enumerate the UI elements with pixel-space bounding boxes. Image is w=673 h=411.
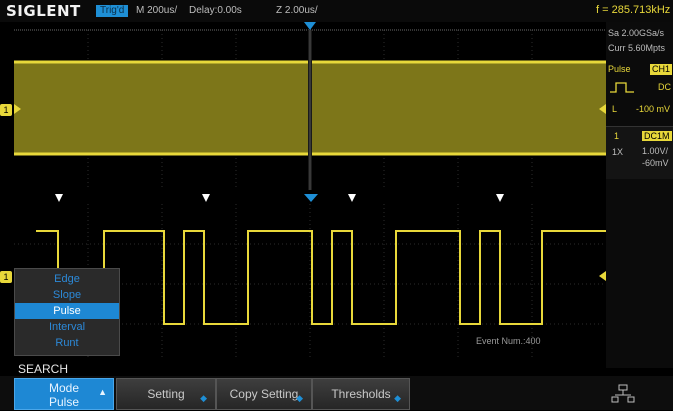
trigger-level-value: -100 mV	[636, 104, 671, 114]
menu-title: SEARCH	[18, 362, 69, 376]
zoom-timebase-readout: Z 2.00us/	[276, 5, 318, 16]
frequency-readout: f = 285.713kHz	[596, 4, 671, 16]
menu-item-interval[interactable]: Interval	[15, 319, 119, 335]
trigger-type: Pulse	[608, 64, 631, 74]
pulse-trigger-icon	[610, 80, 634, 98]
probe-attenuation: 1X	[612, 147, 624, 157]
trigger-level-label: L	[612, 104, 618, 114]
event-count: Event Num.:400	[476, 336, 541, 346]
trigger-position-icon	[304, 22, 316, 30]
mode-softkey[interactable]: Mode Pulse ▲	[14, 378, 114, 410]
search-event-markers	[55, 194, 504, 202]
delay-readout: Delay:0.00s	[189, 5, 242, 16]
menu-item-runt[interactable]: Runt	[15, 335, 119, 351]
ch1-ground-marker-main[interactable]: 1	[0, 104, 12, 116]
thresholds-softkey[interactable]: Thresholds ◆	[312, 378, 410, 410]
knob-indicator-icon: ◆	[200, 393, 207, 403]
thresholds-softkey-label: Thresholds	[331, 387, 391, 401]
sample-rate: Sa 2.00GSa/s	[608, 28, 665, 38]
menu-item-slope[interactable]: Slope	[15, 287, 119, 303]
up-arrow-icon: ▲	[98, 387, 107, 397]
menu-item-pulse[interactable]: Pulse	[15, 303, 119, 319]
trigger-source-badge: CH1	[650, 64, 673, 75]
ch1-zoom-waveform	[36, 230, 606, 325]
volts-per-div: 1.00V/	[642, 146, 669, 156]
mode-softkey-value: Pulse	[48, 395, 80, 409]
setting-softkey-label: Setting	[147, 387, 185, 401]
copy-setting-softkey-label: Copy Setting	[229, 387, 299, 401]
setting-softkey[interactable]: Setting ◆	[116, 378, 216, 410]
channel-coupling-badge: DC1M	[642, 131, 672, 141]
right-info-panel: Sa 2.00GSa/s Curr 5.60Mpts Pulse CH1 DC …	[606, 22, 673, 368]
event-marker	[496, 194, 504, 202]
trigger-status-badge: Trig'd	[96, 5, 129, 17]
brand-logo: SIGLENT	[6, 2, 81, 20]
channel-number: 1	[614, 131, 620, 141]
zoom-trigger-icon	[304, 194, 318, 202]
channel-1-info[interactable]: 1 DC1M 1X 1.00V/ -60mV	[606, 126, 673, 179]
trigger-info: Pulse CH1	[608, 64, 673, 75]
knob-indicator-icon: ◆	[296, 393, 303, 403]
network-icon	[608, 382, 638, 406]
timebase-readout: M 200us/	[136, 5, 178, 16]
channel-offset: -60mV	[642, 158, 669, 168]
event-marker	[55, 194, 63, 202]
event-marker	[348, 194, 356, 202]
top-status-bar: SIGLENT Trig'd M 200us/ Delay:0.00s Z 2.…	[0, 0, 673, 22]
memory-depth: Curr 5.60Mpts	[608, 43, 666, 53]
search-type-menu[interactable]: Edge Slope Pulse Interval Runt	[14, 268, 120, 356]
main-window	[14, 22, 606, 190]
event-marker	[202, 194, 210, 202]
copy-setting-softkey[interactable]: Copy Setting ◆	[216, 378, 312, 410]
ch1-ground-marker-zoom[interactable]: 1	[0, 271, 12, 283]
trigger-level-marker-zoom	[599, 271, 606, 281]
knob-indicator-icon: ◆	[394, 393, 401, 403]
trigger-coupling: DC	[658, 82, 671, 92]
menu-item-edge[interactable]: Edge	[15, 271, 119, 287]
